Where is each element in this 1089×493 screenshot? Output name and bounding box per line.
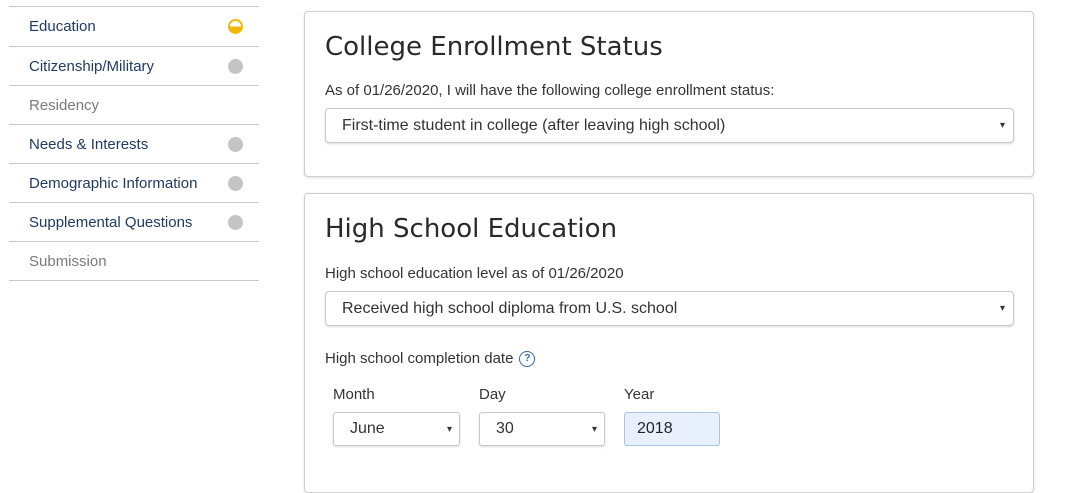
year-input[interactable] [624,412,720,446]
circle-status-icon [228,214,243,230]
sidebar-item-label: Supplemental Questions [29,213,193,231]
sidebar-item-supplemental-questions[interactable]: Supplemental Questions [9,203,259,242]
caret-down-icon: ▾ [999,120,1005,131]
sidebar-item-education[interactable]: Education [9,6,259,47]
education-level-label: High school education level as of 01/26/… [325,265,624,282]
circle-status-icon [228,175,243,191]
education-level-select[interactable]: Received high school diploma from U.S. s… [325,291,1014,326]
sidebar-item-submission: Submission [9,242,259,281]
sidebar-item-label: Needs & Interests [29,135,149,153]
completion-date-fields: Month June ▾ Day 30 ▾ Year [325,386,1014,446]
sidebar-item-citizenship-military[interactable]: Citizenship/Military [9,47,259,86]
caret-down-icon: ▾ [591,423,597,435]
card-title: High School Education [325,214,618,244]
select-value: Received high school diploma from U.S. s… [342,299,678,317]
application-sidebar: Education Citizenship/Military Residency… [9,6,259,281]
help-icon[interactable]: ? [519,350,536,367]
select-value: June [350,420,385,437]
sidebar-item-label: Citizenship/Military [29,57,155,75]
sidebar-item-residency: Residency [9,86,259,125]
completion-date-label: High school completion date [325,350,514,367]
sidebar-item-label: Residency [29,96,100,114]
circle-status-icon [228,136,243,152]
high-school-education-card: High School Education High school educat… [304,193,1034,493]
select-value: First-time student in college (after lea… [342,116,726,134]
sidebar-item-needs-interests[interactable]: Needs & Interests [9,125,259,164]
month-select[interactable]: June ▾ [333,412,460,446]
sidebar-item-label: Demographic Information [29,174,198,192]
circle-status-icon [228,58,243,74]
college-enrollment-card: College Enrollment Status As of 01/26/20… [304,11,1034,177]
completion-date-label-row: High school completion date ? [325,350,1014,367]
enrollment-status-select[interactable]: First-time student in college (after lea… [325,108,1014,143]
year-label: Year [624,386,655,403]
card-title: College Enrollment Status [325,32,663,62]
caret-down-icon: ▾ [999,303,1005,314]
enrollment-status-label: As of 01/26/2020, I will have the follow… [325,82,775,99]
sidebar-item-label: Submission [29,252,107,270]
year-field: Year [624,386,720,446]
half-circle-status-icon [228,19,243,34]
caret-down-icon: ▾ [446,423,452,435]
day-select[interactable]: 30 ▾ [479,412,605,446]
day-label: Day [479,386,506,403]
day-field: Day 30 ▾ [479,386,624,446]
sidebar-item-label: Education [29,18,96,35]
month-field: Month June ▾ [333,386,479,446]
month-label: Month [333,386,375,403]
sidebar-item-demographic-information[interactable]: Demographic Information [9,164,259,203]
select-value: 30 [496,420,514,437]
